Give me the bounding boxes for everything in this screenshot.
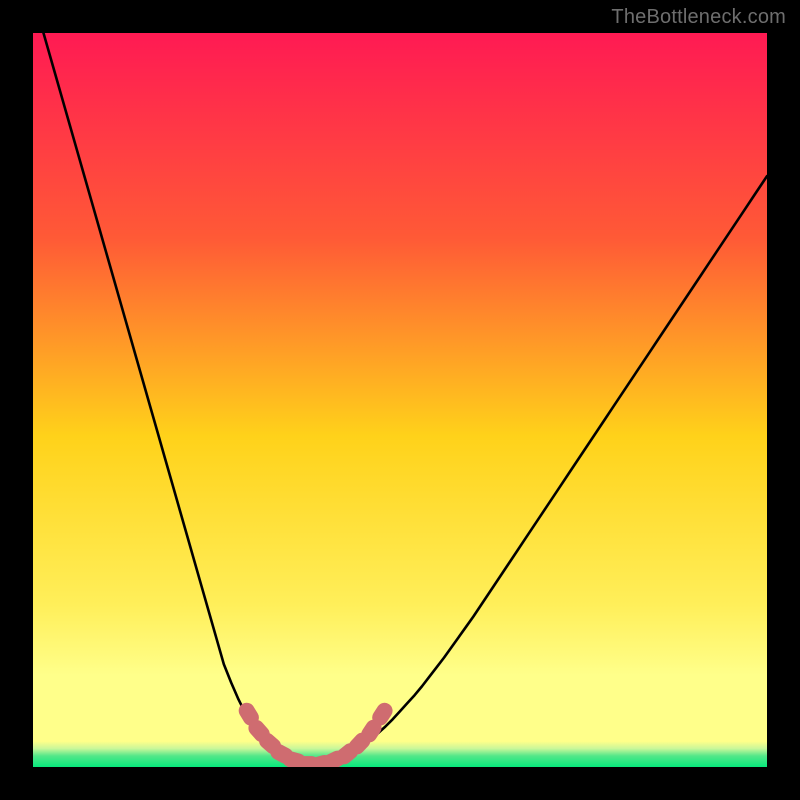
plot-area <box>33 33 767 767</box>
watermark-text: TheBottleneck.com <box>611 6 786 29</box>
bottleneck-chart-svg <box>33 33 767 767</box>
chart-frame: TheBottleneck.com <box>0 0 800 800</box>
